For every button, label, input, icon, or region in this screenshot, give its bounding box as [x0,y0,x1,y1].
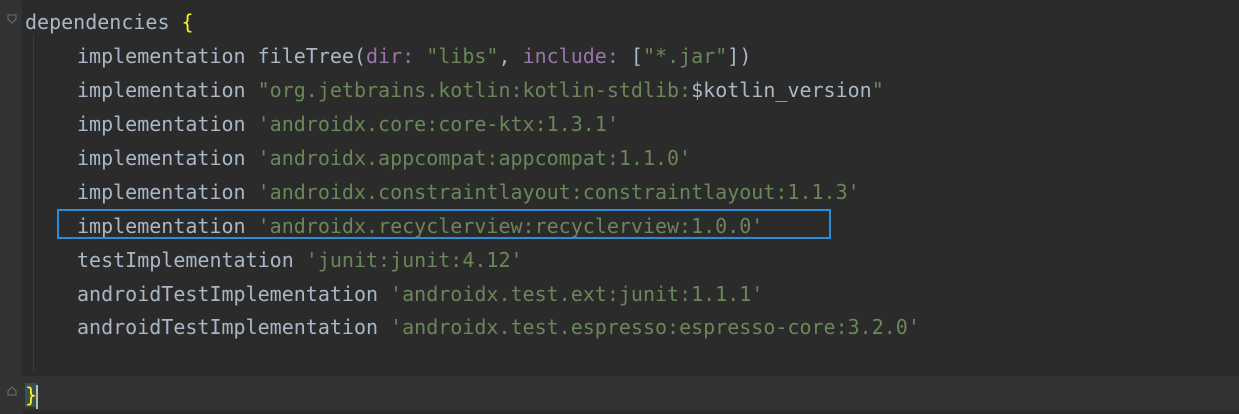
string-literal: 'androidx.test.ext:junit:1.1.1' [390,282,764,306]
named-param: dir: [366,44,415,68]
dependencies-keyword: dependencies [25,10,170,34]
config-keyword: androidTestImplementation [77,315,379,339]
string-literal: 'junit:junit:4.12' [305,248,523,272]
bracket-open: [ [618,44,643,68]
config-keyword: androidTestImplementation [77,282,379,306]
string-literal: 'androidx.appcompat:appcompat:1.1.0' [257,146,692,170]
code-line: implementation 'androidx.appcompat:appco… [77,141,691,175]
string-literal: "org.jetbrains.kotlin:kotlin-stdlib: [257,78,692,102]
code-line: dependencies { [25,5,194,39]
config-keyword: implementation [77,146,246,170]
named-param: include: [522,44,619,68]
config-keyword: implementation [77,78,246,102]
string-literal: "libs" [426,44,499,68]
string-literal: 'androidx.test.espresso:espresso-core:3.… [390,315,920,339]
separator: , [498,44,523,68]
fold-open-icon[interactable] [7,14,17,24]
code-line: } [25,378,39,412]
current-line-highlight [22,376,1239,410]
string-literal: "*.jar" [642,44,728,68]
fold-close-icon[interactable] [7,386,17,396]
string-literal: " [871,78,884,102]
config-keyword: implementation [77,112,246,136]
config-keyword: implementation [77,180,246,204]
open-brace: { [181,10,194,34]
bracket-close: ]) [727,44,752,68]
code-line: implementation fileTree(dir: "libs", inc… [77,39,751,73]
code-line: implementation "org.jetbrains.kotlin:kot… [77,73,884,107]
code-line: implementation 'androidx.core:core-ktx:1… [77,107,619,141]
template-variable: $kotlin_version [691,78,872,102]
text-caret [36,384,39,409]
config-keyword: testImplementation [77,248,294,272]
config-keyword: implementation [77,44,246,68]
code-line: implementation 'androidx.constraintlayou… [77,175,860,209]
editor-gutter[interactable] [0,0,22,414]
code-line: androidTestImplementation 'androidx.test… [77,310,920,344]
string-literal: 'androidx.core:core-ktx:1.3.1' [257,112,619,136]
annotation-highlight-box [57,209,831,239]
code-line: testImplementation 'junit:junit:4.12' [77,243,523,277]
function-call: fileTree( [257,44,366,68]
string-literal: 'androidx.constraintlayout:constraintlay… [257,180,860,204]
code-line: androidTestImplementation 'androidx.test… [77,277,763,311]
indent-guide [33,34,34,372]
